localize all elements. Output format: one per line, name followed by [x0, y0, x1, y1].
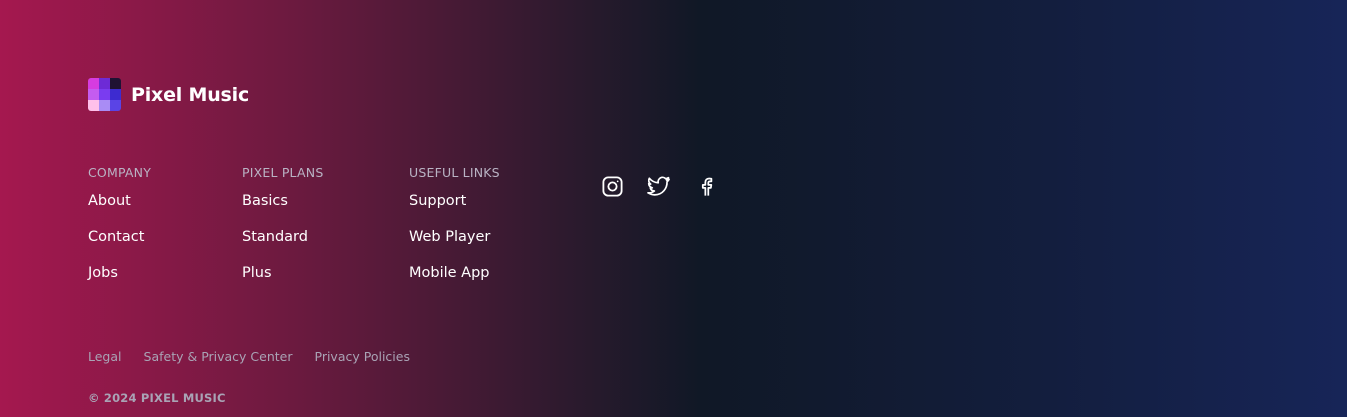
column-heading: USEFUL LINKS	[409, 165, 500, 180]
footer-link-about[interactable]: About	[88, 191, 151, 211]
footer-link-jobs[interactable]: Jobs	[88, 263, 151, 283]
facebook-icon[interactable]	[694, 174, 718, 198]
logo-pixel	[110, 78, 121, 89]
footer-link-plus[interactable]: Plus	[242, 263, 323, 283]
logo-pixel	[88, 89, 99, 100]
privacy-policies-link[interactable]: Privacy Policies	[315, 349, 410, 365]
pixel-music-logo	[88, 78, 121, 111]
footer-link-standard[interactable]: Standard	[242, 227, 323, 247]
logo-pixel	[110, 89, 121, 100]
brand-name: Pixel Music	[131, 83, 250, 106]
footer-link-basics[interactable]: Basics	[242, 191, 323, 211]
copyright-notice: © 2024 PIXEL MUSIC	[88, 391, 226, 405]
legal-links: Legal Safety & Privacy Center Privacy Po…	[88, 349, 410, 365]
column-heading: COMPANY	[88, 165, 152, 180]
safety-privacy-center-link[interactable]: Safety & Privacy Center	[144, 349, 293, 365]
site-footer: Pixel Music COMPANY About Contact Jobs P…	[0, 0, 1347, 417]
footer-column-company: COMPANY About Contact Jobs	[88, 165, 151, 299]
footer-column-pixel-plans: PIXEL PLANS Basics Standard Plus	[242, 165, 323, 299]
logo-pixel	[99, 100, 110, 111]
footer-column-useful-links: USEFUL LINKS Support Web Player Mobile A…	[409, 165, 500, 299]
logo-pixel	[88, 78, 99, 89]
footer-link-contact[interactable]: Contact	[88, 227, 151, 247]
instagram-icon[interactable]	[600, 174, 624, 198]
logo-pixel	[99, 78, 110, 89]
footer-link-mobile-app[interactable]: Mobile App	[409, 263, 500, 283]
logo-pixel	[110, 100, 121, 111]
column-heading: PIXEL PLANS	[242, 165, 324, 180]
social-links	[600, 174, 718, 198]
footer-link-support[interactable]: Support	[409, 191, 500, 211]
logo-pixel	[88, 100, 99, 111]
brand[interactable]: Pixel Music	[88, 78, 249, 111]
footer-link-web-player[interactable]: Web Player	[409, 227, 500, 247]
twitter-icon[interactable]	[647, 174, 671, 198]
logo-pixel	[99, 89, 110, 100]
legal-link[interactable]: Legal	[88, 349, 122, 365]
